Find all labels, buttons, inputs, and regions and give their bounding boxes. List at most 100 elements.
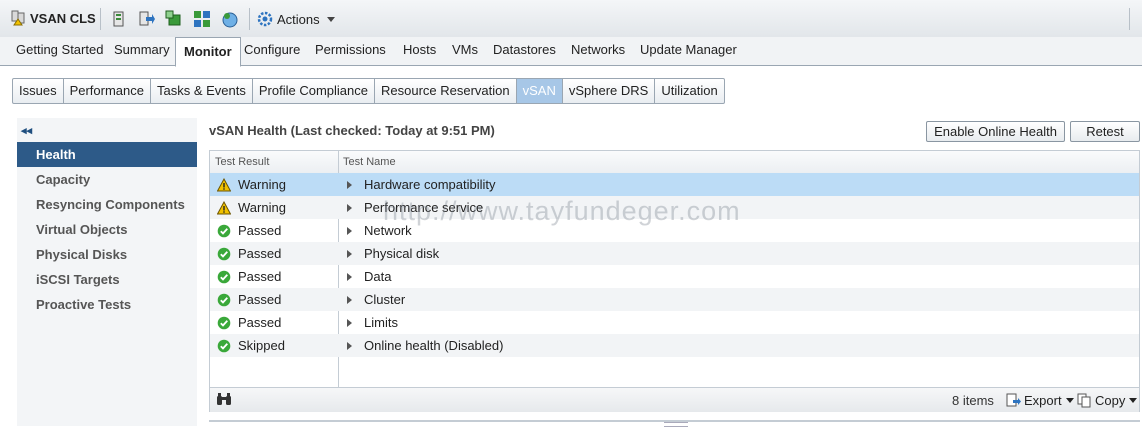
expand-arrow-icon[interactable] xyxy=(347,204,352,212)
copy-button[interactable]: Copy xyxy=(1077,391,1138,409)
test-result-text: Warning xyxy=(238,200,286,215)
test-result-text: Passed xyxy=(238,292,282,307)
nav-item-virtual-objects[interactable]: Virtual Objects xyxy=(17,217,197,242)
subtab-resource-reservation[interactable]: Resource Reservation xyxy=(375,79,517,103)
expand-arrow-icon[interactable] xyxy=(347,250,352,258)
actions-label: Actions xyxy=(277,11,320,27)
tab-monitor[interactable]: Monitor xyxy=(175,37,241,67)
test-result-text: Skipped xyxy=(238,338,285,353)
chevron-down-icon xyxy=(326,16,335,22)
subtab-vsphere-drs[interactable]: vSphere DRS xyxy=(563,79,656,103)
tab-datastores[interactable]: Datastores xyxy=(493,42,556,57)
test-result-text: Passed xyxy=(238,315,282,330)
tab-permissions[interactable]: Permissions xyxy=(315,42,386,57)
table-row[interactable]: Passed Limits xyxy=(210,311,1139,334)
test-result-text: Passed xyxy=(238,246,282,261)
grid-footer: 8 items Export Copy xyxy=(210,387,1139,412)
cluster-icon xyxy=(11,10,25,26)
tab-configure[interactable]: Configure xyxy=(244,42,300,57)
table-row[interactable]: Passed Cluster xyxy=(210,288,1139,311)
table-row[interactable]: Passed Network xyxy=(210,219,1139,242)
tab-networks[interactable]: Networks xyxy=(571,42,625,57)
nav-item-health[interactable]: Health xyxy=(17,142,197,167)
column-header-test-name[interactable]: Test Name xyxy=(343,156,396,168)
tab-hosts[interactable]: Hosts xyxy=(403,42,436,57)
move-hosts-icon[interactable] xyxy=(137,10,155,28)
warning-icon xyxy=(217,178,231,192)
nav-item-capacity[interactable]: Capacity xyxy=(17,167,197,192)
nav-item-physical-disks[interactable]: Physical Disks xyxy=(17,242,197,267)
warning-icon xyxy=(217,201,231,215)
export-label: Export xyxy=(1024,392,1062,408)
test-name-text: Performance service xyxy=(364,200,484,215)
test-name-text: Hardware compatibility xyxy=(364,177,496,192)
expand-arrow-icon[interactable] xyxy=(347,227,352,235)
table-row[interactable]: Passed Physical disk xyxy=(210,242,1139,265)
subtab-vsan[interactable]: vSAN xyxy=(516,79,563,103)
nav-item-proactive-tests[interactable]: Proactive Tests xyxy=(17,292,197,317)
actions-menu[interactable]: Actions xyxy=(257,10,335,28)
test-result-text: Passed xyxy=(238,223,282,238)
table-row[interactable]: Warning Hardware compatibility xyxy=(210,173,1139,196)
new-resource-pool-icon[interactable] xyxy=(221,10,239,28)
column-header-test-result[interactable]: Test Result xyxy=(215,156,269,168)
object-toolbar: VSAN CLS Actions xyxy=(0,0,1142,38)
export-icon xyxy=(1006,393,1021,406)
sub-tab-bar: Issues Performance Tasks & Events Profil… xyxy=(12,78,725,104)
expand-arrow-icon[interactable] xyxy=(347,342,352,350)
copy-icon xyxy=(1077,393,1091,407)
toolbar-separator xyxy=(100,8,101,30)
subtab-issues[interactable]: Issues xyxy=(13,79,64,103)
test-name-text: Physical disk xyxy=(364,246,440,261)
vsan-left-nav: ◂◂ Health Capacity Resyncing Components … xyxy=(17,118,197,426)
add-host-icon[interactable] xyxy=(110,10,128,28)
toolbar-separator xyxy=(1129,8,1130,30)
check-icon xyxy=(217,247,231,261)
subtab-tasks-events[interactable]: Tasks & Events xyxy=(151,79,253,103)
health-test-grid: Test Result Test Name Warning Hardware co… xyxy=(209,150,1140,412)
test-result-text: Warning xyxy=(238,177,286,192)
test-name-text: Online health (Disabled) xyxy=(364,338,504,353)
test-name-text: Data xyxy=(364,269,392,284)
table-row[interactable]: Passed Data xyxy=(210,265,1139,288)
gear-icon xyxy=(257,11,273,27)
subtab-utilization[interactable]: Utilization xyxy=(655,79,723,103)
collapse-icon[interactable]: ◂◂ xyxy=(21,124,32,137)
grid-header: Test Result Test Name xyxy=(210,151,1139,174)
nav-item-resyncing-components[interactable]: Resyncing Components xyxy=(17,192,197,217)
items-count: 8 items xyxy=(952,393,994,408)
test-name-text: Limits xyxy=(364,315,398,330)
check-icon xyxy=(217,270,231,284)
new-vm-icon[interactable] xyxy=(165,10,183,28)
subtab-performance[interactable]: Performance xyxy=(64,79,151,103)
main-tab-bar: Getting Started Summary Monitor Configur… xyxy=(0,37,1142,67)
expand-arrow-icon[interactable] xyxy=(347,296,352,304)
check-icon xyxy=(217,224,231,238)
enable-online-health-button[interactable]: Enable Online Health xyxy=(926,121,1065,142)
export-button[interactable]: Export xyxy=(1006,391,1074,409)
tab-vms[interactable]: VMs xyxy=(452,42,478,57)
health-title: vSAN Health (Last checked: Today at 9:51… xyxy=(209,123,495,138)
new-vapp-icon[interactable] xyxy=(193,10,211,28)
resize-grip[interactable] xyxy=(664,422,688,427)
expand-arrow-icon[interactable] xyxy=(347,273,352,281)
object-title: VSAN CLS xyxy=(30,11,96,26)
expand-arrow-icon[interactable] xyxy=(347,319,352,327)
tab-getting-started[interactable]: Getting Started xyxy=(16,42,103,57)
subtab-profile-compliance[interactable]: Profile Compliance xyxy=(253,79,375,103)
chevron-down-icon xyxy=(1065,397,1074,403)
check-icon xyxy=(217,339,231,353)
check-icon xyxy=(217,316,231,330)
table-row[interactable]: Warning Performance service xyxy=(210,196,1139,219)
toolbar-separator xyxy=(249,8,250,30)
nav-item-iscsi-targets[interactable]: iSCSI Targets xyxy=(17,267,197,292)
chevron-down-icon xyxy=(1129,397,1138,403)
binoculars-icon[interactable] xyxy=(216,393,232,407)
test-result-text: Passed xyxy=(238,269,282,284)
copy-label: Copy xyxy=(1095,392,1126,408)
retest-button[interactable]: Retest xyxy=(1070,121,1140,142)
tab-update-manager[interactable]: Update Manager xyxy=(640,42,737,57)
tab-summary[interactable]: Summary xyxy=(114,42,170,57)
table-row[interactable]: Skipped Online health (Disabled) xyxy=(210,334,1139,357)
expand-arrow-icon[interactable] xyxy=(347,181,352,189)
